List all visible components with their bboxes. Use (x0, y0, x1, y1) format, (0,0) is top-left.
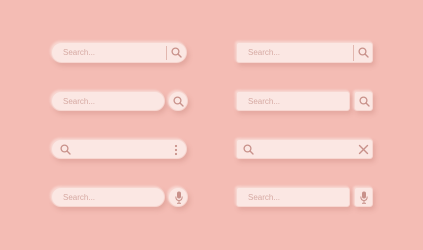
voice-search-button[interactable] (354, 187, 373, 207)
search-icon (359, 96, 370, 107)
search-icon (173, 96, 184, 107)
search-bar-4[interactable]: Search... (236, 91, 350, 111)
search-icon[interactable] (171, 47, 182, 58)
microphone-icon (175, 191, 183, 204)
search-bar-7[interactable]: Search... (51, 187, 165, 207)
voice-search-button[interactable] (168, 187, 188, 207)
search-placeholder: Search... (63, 97, 96, 106)
search-bar-8[interactable]: Search... (236, 187, 350, 207)
search-icon[interactable] (60, 144, 71, 155)
search-bar-2[interactable]: Search... (236, 42, 373, 63)
search-icon[interactable] (358, 47, 369, 58)
search-bar-6[interactable] (236, 139, 373, 159)
search-placeholder: Search... (63, 193, 96, 202)
search-icon[interactable] (243, 144, 254, 155)
search-bar-3[interactable]: Search... (51, 91, 165, 111)
search-bar-5[interactable] (51, 139, 187, 159)
search-placeholder: Search... (248, 48, 281, 57)
search-placeholder: Search... (248, 193, 281, 202)
search-bar-1[interactable]: Search... (51, 42, 187, 63)
divider (166, 46, 167, 60)
search-button[interactable] (354, 91, 373, 111)
more-vertical-icon[interactable] (174, 144, 178, 156)
search-placeholder: Search... (248, 97, 281, 106)
close-icon[interactable] (358, 144, 369, 155)
divider (353, 45, 354, 61)
microphone-icon (360, 191, 368, 204)
search-placeholder: Search... (63, 48, 96, 57)
search-button[interactable] (168, 91, 188, 111)
